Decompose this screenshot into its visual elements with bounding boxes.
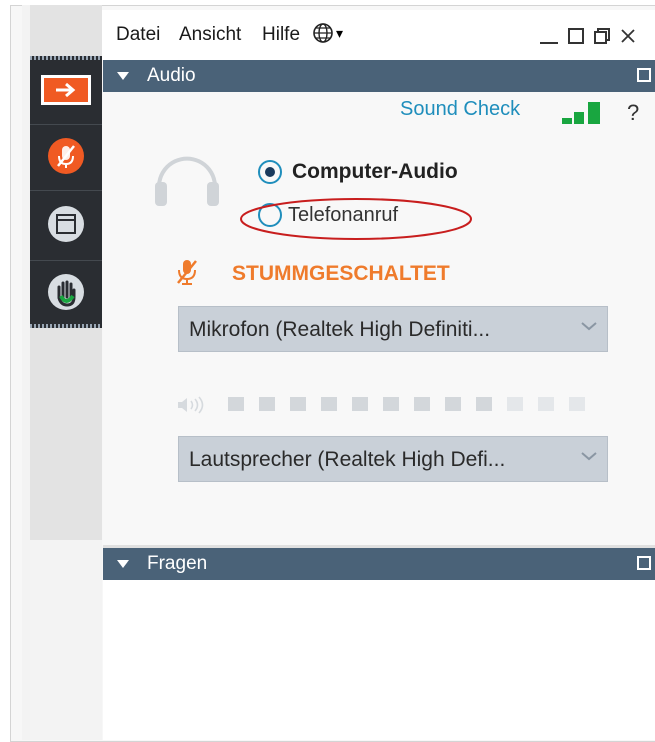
chevron-down-icon [579,315,599,343]
speaker-level-segment [569,397,585,411]
speaker-level-segment [290,397,306,411]
menu-hilfe[interactable]: Hilfe [262,24,300,46]
speaker-level-segment [414,397,430,411]
window-icon [48,206,84,242]
speaker-level-segment [538,397,554,411]
mute-status-text: STUMMGESCHALTET [232,262,450,285]
annotation-ellipse [240,198,472,240]
muted-mic-icon [48,138,84,174]
microphone-select[interactable]: Mikrofon (Realtek High Definiti... [178,306,608,352]
help-button[interactable]: ? [627,100,639,126]
collapse-panel-button[interactable] [30,58,102,122]
restore-icon[interactable] [594,28,610,44]
speaker-level-segment [259,397,275,411]
audio-panel-title: Audio [147,65,196,86]
popout-icon[interactable] [637,556,651,570]
window-button[interactable] [30,192,102,256]
headset-icon [155,156,219,206]
side-toolbar [30,56,102,328]
sound-check-link[interactable]: Sound Check [400,98,520,121]
menu-datei[interactable]: Datei [116,24,160,46]
microphone-select-value: Mikrofon (Realtek High Definiti... [189,318,491,341]
speaker-select-value: Lautsprecher (Realtek High Defi... [189,448,506,471]
toolbar-grip-bottom [30,324,102,328]
fragen-panel-title: Fragen [147,553,208,574]
speaker-level-segment [445,397,461,411]
menu-ansicht[interactable]: Ansicht [179,24,241,46]
mute-toggle-button[interactable] [30,124,102,188]
fragen-panel-header[interactable]: Fragen [103,548,655,580]
radio-selected-icon[interactable] [258,160,282,184]
raise-hand-button[interactable] [30,260,102,324]
speaker-level-segment [383,397,399,411]
chevron-down-icon: ▾ [336,24,344,41]
muted-mic-icon [177,260,197,285]
chevron-down-icon [579,445,599,473]
popout-icon[interactable] [637,68,651,82]
raise-hand-icon [48,274,84,310]
audio-panel-header[interactable]: Audio [103,60,655,92]
maximize-icon[interactable] [568,28,584,44]
collapse-triangle-icon [117,72,129,80]
arrow-right-icon [41,75,91,105]
speaker-select[interactable]: Lautsprecher (Realtek High Defi... [178,436,608,482]
computer-audio-label: Computer-Audio [292,160,458,183]
speaker-level-segment [321,397,337,411]
speaker-icon [178,396,204,414]
close-icon[interactable] [620,28,636,44]
speaker-level-segment [352,397,368,411]
speaker-level-segment [228,397,244,411]
minimize-icon[interactable] [540,42,558,44]
language-menu[interactable]: ▾ [312,22,343,44]
speaker-level-segment [476,397,492,411]
radio-computer-audio[interactable]: Computer-Audio [258,160,458,184]
fragen-panel-body [103,580,655,740]
speaker-level-segment [507,397,523,411]
signal-bars-icon [562,102,600,124]
menu-bar: Datei Ansicht Hilfe ▾ [102,10,655,60]
collapse-triangle-icon [117,560,129,568]
globe-icon [313,23,333,43]
